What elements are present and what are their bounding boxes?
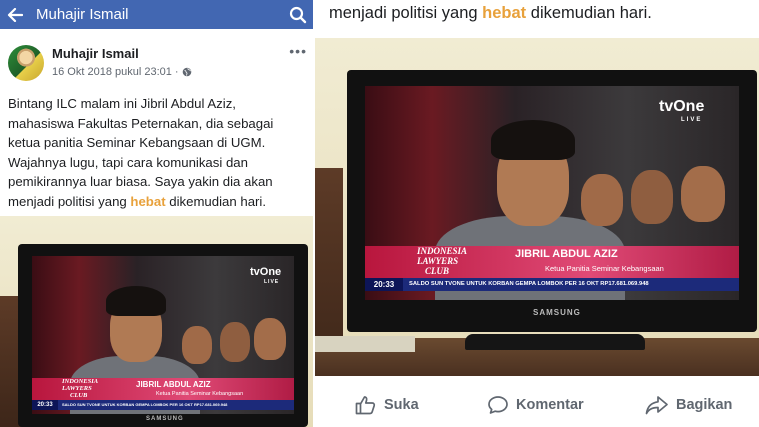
audience-head [681,166,725,222]
post-line: mahasiswa Fakultas Peternakan, dia sebag… [8,115,274,131]
show-name-3: CLUB [70,392,88,399]
tv-ticker: SALDO SUN TVONE UNTUK KORBAN GEMPA LOMBO… [58,400,294,410]
comment-icon [488,396,508,414]
audience-head [182,326,212,364]
channel-live: LIVE [681,117,703,123]
guest-name: JIBRIL ABDUL AZIZ [515,248,618,260]
more-dots-icon: ••• [289,43,307,59]
right-panel: menjadi politisi yang hebat dikemudian h… [315,0,759,427]
post-line-prefix: menjadi politisi yang [8,193,131,209]
app-header: Muhajir Ismail [0,0,313,29]
post-line: menjadi politisi yang hebat dikemudian h… [8,192,308,212]
tv-stand [465,334,645,350]
guest-role: Ketua Panitia Seminar Kebangsaan [156,391,244,397]
tv-clock: 20:33 [365,278,403,291]
channel-live: LIVE [264,279,280,285]
post-line: Bintang ILC malam ini Jibril Abdul Aziz, [8,96,236,111]
left-panel: Muhajir Ismail Muhajir Ismail 16 Okt 201… [0,0,313,427]
show-name-3: CLUB [425,266,450,276]
tv-clock: 20:33 [32,400,58,410]
tv-frame: tvOne LIVE INDONESIA LAWYERS CLUB JIBRIL… [347,70,757,332]
post-caption-continued: menjadi politisi yang hebat dikemudian h… [329,4,652,23]
tv-screen: tvOne LIVE INDONESIA LAWYERS CLUB JIBRIL… [32,256,294,414]
caption-suffix: dikemudian hari. [526,4,652,22]
post-line: ketua panitia Seminar Kebangsaan di UGM. [8,135,266,150]
share-button[interactable]: Bagikan [645,395,732,415]
highlight-word: hebat [130,193,166,209]
audience-head [254,318,286,360]
caption-prefix: menjadi politisi yang [329,4,483,22]
guest-name: JIBRIL ABDUL AZIZ [136,380,211,389]
comment-label: Komentar [516,397,584,413]
tv-ticker: SALDO SUN TVONE UNTUK KORBAN GEMPA LOMBO… [403,278,739,291]
post-line: Wajahnya lugu, tapi cara komunikasi dan [8,154,248,170]
tv-frame: tvOne LIVE INDONESIA LAWYERS CLUB JIBRIL… [18,244,308,427]
share-icon [645,396,668,415]
guest-role: Ketua Panitia Seminar Kebangsaan [545,264,664,273]
post-photo[interactable]: tvOne LIVE INDONESIA LAWYERS CLUB JIBRIL… [315,38,759,376]
post-actions: Suka Komentar Bagikan [315,385,759,427]
search-button[interactable] [283,0,313,29]
audience-head [631,170,673,224]
channel-logo: tvOne [659,98,705,115]
meta-separator: · [174,66,179,78]
comment-button[interactable]: Komentar [487,395,584,415]
guest-hair [491,120,575,160]
post-header: Muhajir Ismail 16 Okt 2018 pukul 23:01 ·… [0,35,313,87]
post-meta: 16 Okt 2018 pukul 23:01 · [52,66,192,78]
post-timestamp[interactable]: 16 Okt 2018 pukul 23:01 [52,66,172,78]
more-options-button[interactable]: ••• [289,43,307,59]
highlight-word: hebat [482,4,527,22]
arrow-left-icon [7,7,23,22]
show-name-1: INDONESIA [417,246,468,256]
like-button[interactable]: Suka [355,395,419,415]
thumbs-up-icon [355,396,376,415]
papers [315,336,415,352]
audience-head [581,174,623,226]
photo-scene: tvOne LIVE INDONESIA LAWYERS CLUB JIBRIL… [0,216,313,427]
post-photo[interactable]: tvOne LIVE INDONESIA LAWYERS CLUB JIBRIL… [0,216,313,427]
show-name-2: LAWYERS [417,256,459,266]
guest-hair [106,286,166,316]
post-text: Bintang ILC malam ini Jibril Abdul Aziz,… [8,94,308,211]
tv-brand: SAMSUNG [533,308,581,317]
like-label: Suka [384,397,419,413]
post-line-suffix: dikemudian hari. [165,193,267,209]
post-line: pemikirannya luar biasa. Saya yakin dia … [8,174,273,189]
tv-screen: tvOne LIVE INDONESIA LAWYERS CLUB JIBRIL… [365,86,739,300]
share-label: Bagikan [676,397,733,413]
tv-brand: SAMSUNG [146,416,184,422]
globe-icon [182,67,191,77]
back-button[interactable] [0,0,30,29]
avatar[interactable] [8,45,44,81]
audience-head [220,322,250,362]
photo-scene: tvOne LIVE INDONESIA LAWYERS CLUB JIBRIL… [315,38,759,376]
header-title: Muhajir Ismail [36,6,129,23]
channel-logo: tvOne [250,266,282,278]
search-icon [289,6,307,23]
post-author[interactable]: Muhajir Ismail [52,46,139,61]
